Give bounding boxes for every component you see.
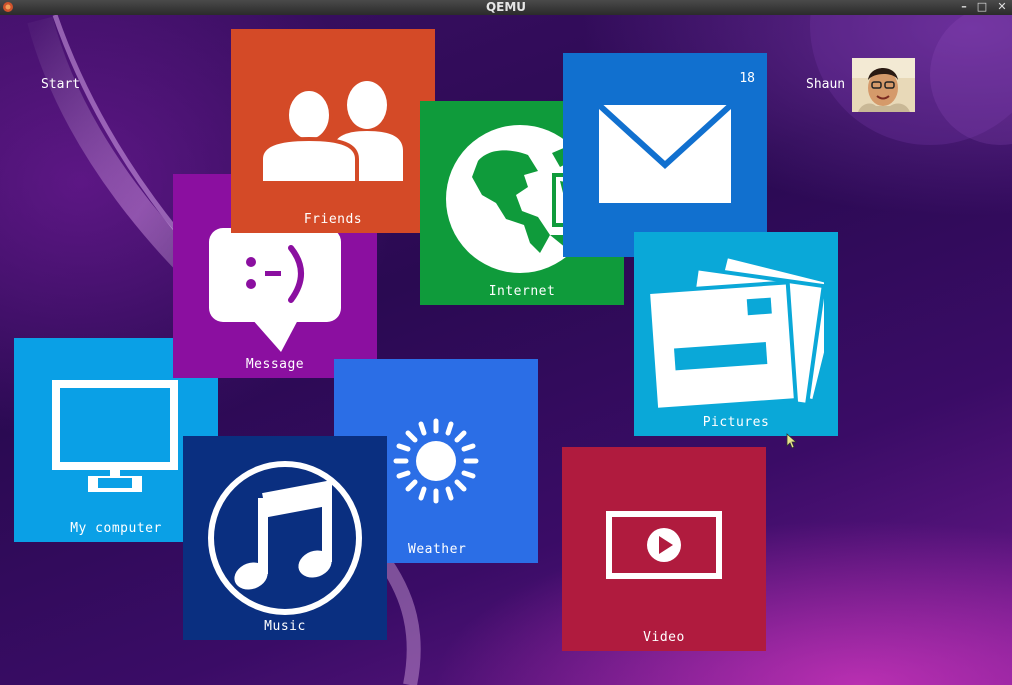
tile-video[interactable]: Video bbox=[562, 447, 766, 651]
user-avatar[interactable] bbox=[852, 58, 915, 112]
music-note-icon bbox=[208, 461, 362, 615]
user-name[interactable]: Shaun bbox=[806, 77, 845, 92]
maximize-button[interactable]: □ bbox=[973, 0, 991, 15]
photos-icon bbox=[648, 256, 824, 412]
tile-friends[interactable]: Friends bbox=[231, 29, 435, 233]
start-label: Start bbox=[41, 77, 81, 92]
tile-label: Weather bbox=[408, 542, 467, 557]
minimize-button[interactable]: – bbox=[955, 0, 973, 15]
monitor-icon bbox=[52, 380, 178, 492]
tile-music[interactable]: Music bbox=[183, 436, 387, 640]
play-video-icon bbox=[606, 511, 722, 579]
people-icon bbox=[259, 81, 403, 185]
close-button[interactable]: ✕ bbox=[993, 0, 1011, 15]
envelope-icon bbox=[599, 105, 731, 203]
window-titlebar[interactable]: QEMU – □ ✕ bbox=[0, 0, 1012, 15]
chat-bubble-icon bbox=[209, 228, 341, 352]
sun-icon bbox=[393, 418, 479, 504]
desktop: Start Shaun My computer Message Friends … bbox=[0, 15, 1012, 685]
mouse-cursor-icon bbox=[786, 433, 798, 449]
window-title: QEMU bbox=[485, 0, 527, 14]
tile-label: Internet bbox=[488, 284, 556, 299]
tile-label: Pictures bbox=[702, 415, 770, 430]
unread-count-badge: 18 bbox=[739, 71, 755, 86]
tile-label: Video bbox=[643, 630, 685, 645]
tile-mail[interactable]: 18 Mail bbox=[563, 53, 767, 257]
tile-label: Friends bbox=[303, 212, 363, 227]
tile-pictures[interactable]: Pictures bbox=[634, 232, 838, 436]
qemu-app-icon bbox=[2, 1, 14, 13]
tile-label: Music bbox=[264, 619, 306, 634]
